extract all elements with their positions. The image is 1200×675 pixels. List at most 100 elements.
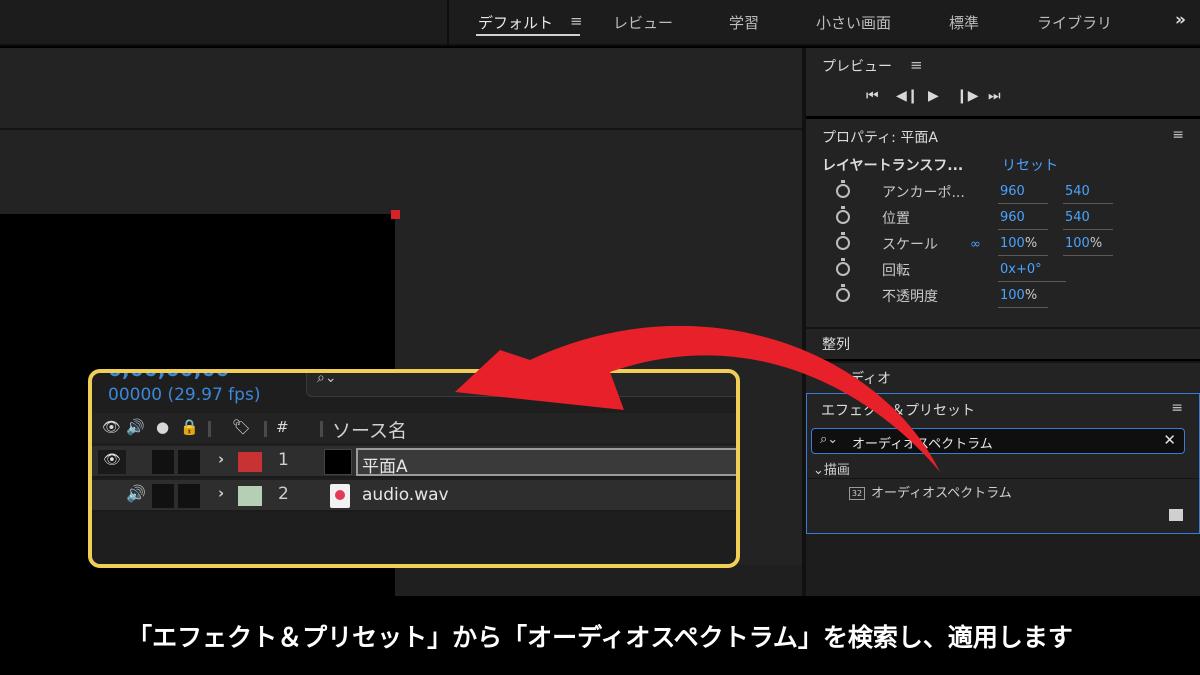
rotation-value[interactable]: 0x+0° [1000,262,1042,277]
stopwatch-icon[interactable] [836,206,850,224]
scale-x-value[interactable]: 100% [1000,236,1037,251]
last-frame-icon[interactable]: ⏭ [988,88,1001,104]
audio-panel-header[interactable]: オーディオ [806,361,1200,393]
workspace-tab-default[interactable]: デフォルト [478,12,553,33]
unit: % [1089,236,1103,251]
column-divider [264,421,267,437]
clear-search-icon[interactable]: ✕ [1163,431,1176,449]
timeline-panel: 0;00;00;00 00000 (29.97 fps) ⌕⌄ 👁 🔊 ● 🔒 … [88,369,740,568]
twirl-chevron-icon[interactable]: › [218,484,224,502]
label-tag-icon: 🏷 [232,418,252,436]
layer-bounding-handle[interactable] [391,210,400,219]
scale-y-number: 100 [1065,236,1090,251]
timeline-layer-row[interactable]: 👁 › 1 平面A [92,446,736,478]
audio-file-icon [330,484,350,508]
value-underline [998,229,1048,230]
solo-switch[interactable] [152,484,174,508]
constrain-proportions-icon[interactable]: ∞ [970,237,981,252]
bit-depth-badge: 32 [849,487,865,500]
search-icon: ⌕⌄ [317,370,337,386]
speaker-icon[interactable]: 🔊 [126,484,146,503]
layer-label-color[interactable] [238,486,262,506]
twirl-chevron-icon[interactable]: › [218,450,224,468]
layer-transform-section[interactable]: レイヤートランスフ... [822,155,963,175]
prop-name: アンカーポ... [882,185,965,201]
layer-name[interactable]: audio.wav [362,485,449,505]
transform-reset-link[interactable]: リセット [1002,155,1058,175]
prop-row-position: 位置 960 540 [806,206,1200,233]
video-toggle[interactable]: 👁 [98,450,126,474]
prop-name: 位置 [882,211,910,227]
viewer-footer [395,565,802,596]
preview-title: プレビュー [822,59,892,75]
workspace-bar-divider [447,0,449,46]
layer-label-color[interactable] [238,452,262,472]
anchor-y-value[interactable]: 540 [1065,184,1090,199]
more-workspaces-icon[interactable]: » [1175,10,1186,30]
anchor-x-value[interactable]: 960 [1000,184,1025,199]
source-name-header[interactable]: ソース名 [332,416,407,443]
effects-presets-panel: エフェクト＆プリセット ≡ ⌕⌄ オーディオスペクトラム ✕ ⌄描画 32 オーデ… [806,393,1200,534]
stopwatch-icon[interactable] [836,232,850,250]
prop-name: 回転 [882,263,910,279]
column-divider [320,421,323,437]
effects-menu-icon[interactable]: ≡ [1171,400,1183,416]
workspace-tab-learn[interactable]: 学習 [729,12,759,33]
prop-row-anchor: アンカーポ... 960 540 [806,180,1200,207]
rotation-revolutions: 0x [1000,262,1016,277]
stopwatch-icon[interactable] [836,258,850,276]
lock-switch[interactable] [178,484,200,508]
scale-y-value[interactable]: 100% [1065,236,1102,251]
workspace-bar: デフォルト ≡ レビュー 学習 小さい画面 標準 ライブラリ » [0,0,1200,46]
workspace-tab-libraries[interactable]: ライブラリ [1037,12,1112,33]
stopwatch-icon[interactable] [836,284,850,302]
position-y-value[interactable]: 540 [1065,210,1090,225]
align-panel-header[interactable]: 整列 [806,327,1200,359]
new-bin-icon[interactable] [1169,509,1183,521]
search-icon: ⌕⌄ [820,432,839,447]
value-underline [998,203,1048,204]
solo-switch[interactable] [152,450,174,474]
workspace-tab-small-screen[interactable]: 小さい画面 [816,12,891,33]
prop-name: スケール [882,237,938,253]
workspace-tab-review[interactable]: レビュー [613,12,673,33]
scale-x-number: 100 [1000,236,1025,251]
value-underline [998,255,1048,256]
unit: % [1024,288,1038,303]
effects-title: エフェクト＆プリセット [821,403,975,419]
effect-category-draw[interactable]: ⌄描画 [813,459,850,478]
first-frame-icon[interactable]: ⏮ [866,88,879,104]
timeline-search-input[interactable]: ⌕⌄ [306,370,736,397]
preview-menu-icon[interactable]: ≡ [910,56,923,74]
panel-separator [0,128,802,130]
play-icon[interactable]: ▶ [928,88,939,104]
value-underline [1063,229,1113,230]
lock-switch[interactable] [178,450,200,474]
effect-item-audio-spectrum[interactable]: 32 オーディオスペクトラム [849,482,1012,501]
caption-bar: 「エフェクト＆プリセット」から「オーディオスペクトラム」を検索し、適用します [0,596,1200,675]
prop-row-rotation: 回転 0x+0° [806,258,1200,285]
opacity-value[interactable]: 100% [1000,288,1037,303]
layer-name-field[interactable]: 平面A [356,448,736,477]
timeline-column-header: 👁 🔊 ● 🔒 🏷 # ソース名 [92,413,736,443]
next-frame-icon[interactable]: ❙▶ [956,88,979,104]
video-toggle-header-icon: 👁 [102,418,122,436]
position-x-value[interactable]: 960 [1000,210,1025,225]
timecode-display[interactable]: 0;00;00;00 [108,373,229,381]
prop-row-opacity: 不透明度 100% [806,284,1200,311]
eye-icon: 👁 [103,452,121,468]
rotation-degrees: +0° [1015,262,1042,277]
prev-frame-icon[interactable]: ◀❙ [896,88,919,104]
properties-menu-icon[interactable]: ≡ [1172,127,1184,143]
value-underline [998,307,1048,308]
workspace-tab-standard[interactable]: 標準 [949,12,979,33]
timeline-layer-row[interactable]: 🔊 › 2 audio.wav [92,480,736,512]
properties-panel: プロパティ: 平面A ≡ レイヤートランスフ... リセット アンカーポ... … [806,119,1200,327]
effects-search-input[interactable]: ⌕⌄ オーディオスペクトラム ✕ [811,428,1185,454]
workspace-menu-icon[interactable]: ≡ [570,12,583,30]
prop-row-scale: スケール ∞ 100% 100% [806,232,1200,259]
effect-item-label: オーディオスペクトラム [871,486,1012,501]
stopwatch-icon[interactable] [836,180,850,198]
active-tab-indicator [476,34,580,36]
layer-number: 1 [278,450,289,470]
